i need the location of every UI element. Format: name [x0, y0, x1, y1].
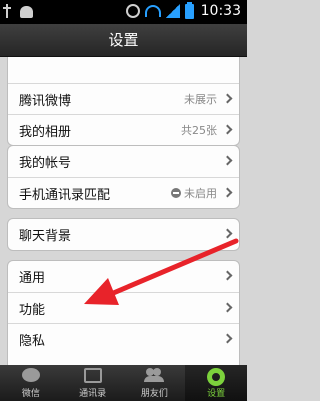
chevron-right-icon — [222, 187, 233, 198]
wifi-icon — [144, 5, 161, 17]
settings-group-2: 我的帐号 手机通讯录匹配 未启用 — [7, 145, 240, 209]
title-bar: 设置 — [0, 24, 247, 57]
usb-icon — [3, 4, 14, 18]
settings-item-label: 聊天背景 — [19, 229, 72, 244]
chevron-right-icon — [222, 333, 233, 344]
settings-item-label: 隐私 — [19, 333, 46, 349]
settings-item-value: 未展示 — [184, 93, 217, 106]
tab-chats[interactable]: 微信 — [0, 365, 62, 401]
settings-item-features[interactable]: 功能 — [8, 292, 239, 323]
page-title: 设置 — [108, 31, 139, 49]
chevron-right-icon — [222, 93, 233, 104]
settings-item-cutoff[interactable] — [8, 57, 239, 83]
settings-item-value: 共25张 — [181, 124, 217, 137]
gear-icon — [207, 368, 226, 386]
alarm-icon — [125, 4, 140, 18]
settings-item-value-text: 未启用 — [184, 187, 217, 200]
friends-icon — [144, 368, 165, 382]
settings-item-label: 手机通讯录匹配 — [19, 187, 111, 203]
chevron-right-icon — [222, 302, 233, 313]
tab-label: 微信 — [21, 389, 40, 399]
contacts-icon — [83, 368, 102, 383]
chat-bubble-icon — [21, 368, 40, 382]
bottom-tab-bar: 微信 通讯录 朋友们 设置 — [0, 365, 247, 401]
settings-item-label: 我的相册 — [19, 124, 72, 140]
chevron-right-icon — [222, 155, 233, 166]
settings-item-general[interactable]: 通用 — [8, 261, 239, 292]
settings-item-my-account[interactable]: 我的帐号 — [8, 146, 239, 177]
disabled-icon — [171, 188, 181, 198]
settings-item-label: 腾讯微博 — [19, 93, 72, 109]
chevron-right-icon — [222, 124, 233, 135]
tab-contacts[interactable]: 通讯录 — [62, 365, 124, 401]
settings-item-tencent-weibo[interactable]: 腾讯微博 未展示 — [8, 83, 239, 114]
chevron-right-icon — [222, 270, 233, 281]
settings-item-label: 我的帐号 — [19, 156, 72, 171]
settings-item-privacy[interactable]: 隐私 — [8, 323, 239, 354]
settings-item-my-album[interactable]: 我的相册 共25张 — [8, 114, 239, 145]
signal-icon — [165, 4, 180, 18]
settings-item-contacts-match[interactable]: 手机通讯录匹配 未启用 — [8, 177, 239, 208]
settings-item-chat-background[interactable]: 聊天背景 — [8, 219, 239, 250]
chevron-right-icon — [222, 228, 233, 239]
settings-item-label: 功能 — [19, 302, 46, 318]
settings-list[interactable]: 腾讯微博 未展示 我的相册 共25张 我的帐号 手机通讯录匹配 未启用 聊天背景… — [0, 57, 247, 365]
battery-icon — [184, 1, 194, 19]
settings-item-label: 通用 — [19, 271, 46, 286]
tab-label: 设置 — [207, 389, 226, 399]
android-icon — [20, 6, 33, 18]
settings-group-1: 腾讯微博 未展示 我的相册 共25张 — [7, 57, 240, 146]
settings-item-value: 未启用 — [171, 185, 217, 201]
tab-settings[interactable]: 设置 — [185, 365, 247, 401]
settings-group-4: 通用 功能 隐私 — [7, 260, 240, 365]
tab-label: 朋友们 — [140, 389, 168, 399]
status-clock: 10:33 — [200, 3, 241, 19]
status-bar: 10:33 — [0, 0, 247, 24]
tab-label: 通讯录 — [79, 389, 107, 399]
tab-friends[interactable]: 朋友们 — [124, 365, 186, 401]
settings-group-3: 聊天背景 — [7, 218, 240, 251]
